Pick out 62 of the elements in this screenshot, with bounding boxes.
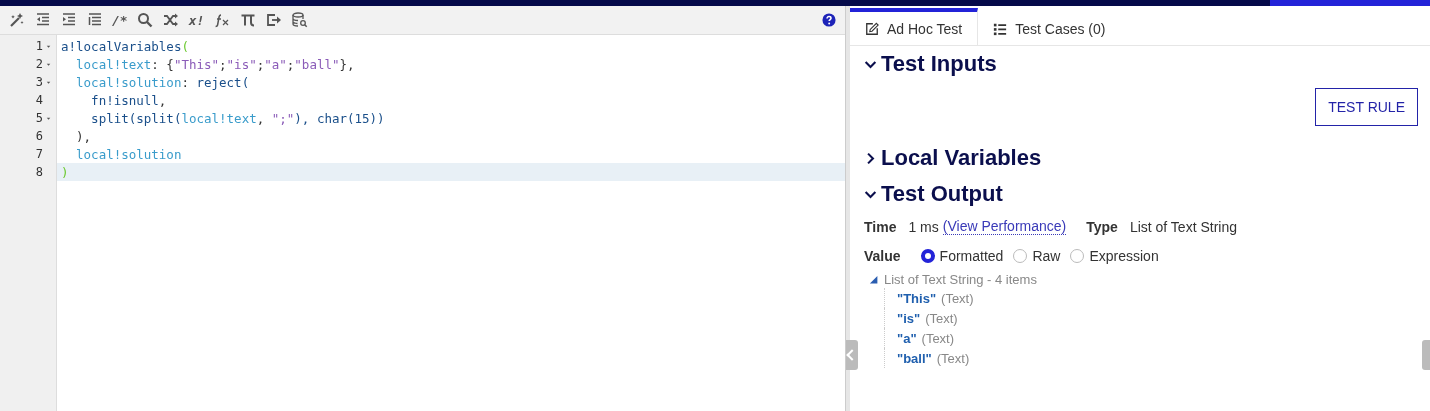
tab[interactable]: Ad Hoc Test <box>850 8 979 45</box>
line-number: 4 <box>35 93 43 107</box>
tree-root-label: List of Text String - 4 items <box>884 271 1037 287</box>
indent-icon[interactable] <box>60 12 77 28</box>
expand-triangle-icon[interactable] <box>868 274 878 284</box>
help-icon[interactable] <box>821 13 836 27</box>
item-value: "This" <box>897 290 937 306</box>
field-label: Value <box>864 247 901 264</box>
chevron-right-icon <box>864 151 877 165</box>
type-value: List of Text String <box>1129 218 1237 235</box>
section-header[interactable]: Local Variables <box>864 140 1418 176</box>
view-performance-link[interactable]: (View Performance) <box>942 218 1067 235</box>
code-line: ), <box>75 127 93 145</box>
lines-icon[interactable] <box>86 12 103 28</box>
code-line: local!solution <box>75 145 183 163</box>
item-value: "is" <box>897 310 921 326</box>
item-type: (Text) <box>925 310 958 326</box>
line-number: 8 <box>35 165 43 179</box>
code-line: fn!isnull, <box>90 91 168 109</box>
line-number: 7 <box>35 147 43 161</box>
search-icon[interactable] <box>137 12 154 28</box>
code-line: local!text: {"This";"is";"a";"ball"}, <box>75 55 356 73</box>
magic-wand-icon[interactable] <box>8 12 25 28</box>
code-line: split(split(local!text, ";"), char(15)) <box>90 109 386 127</box>
database-search-icon[interactable] <box>291 12 308 28</box>
radio-button[interactable] <box>920 248 935 263</box>
code-line: a!localVariables( <box>60 37 190 55</box>
tab[interactable]: Test Cases (0) <box>978 8 1121 45</box>
line-number: 6 <box>35 129 43 143</box>
shuffle-icon[interactable] <box>163 12 180 28</box>
list-icon <box>993 21 1008 36</box>
line-number: 5 <box>35 111 43 125</box>
field-label: Type <box>1086 218 1118 235</box>
outdent-icon[interactable] <box>34 12 51 28</box>
expand-handle[interactable] <box>1422 340 1430 370</box>
radio-button[interactable] <box>1013 248 1028 263</box>
toolbar-button[interactable]: /* <box>112 12 128 28</box>
line-number: 2 <box>35 57 43 71</box>
item-value: "ball" <box>897 350 932 366</box>
code-line: local!solution: reject( <box>75 73 251 91</box>
pi-icon[interactable] <box>239 12 256 28</box>
line-number: 3 <box>35 75 43 89</box>
radio-label: Raw <box>1032 247 1061 264</box>
radio-button[interactable] <box>1070 248 1085 263</box>
field-label: Time <box>864 218 897 235</box>
exit-icon[interactable] <box>265 12 282 28</box>
collapse-handle[interactable] <box>846 340 858 370</box>
radio-label: Expression <box>1089 247 1159 264</box>
section-header[interactable]: Test Output <box>864 176 1418 212</box>
edit-icon <box>865 21 879 36</box>
line-number: 1 <box>35 39 43 53</box>
item-type: (Text) <box>936 350 970 366</box>
item-value: "a" <box>897 330 917 346</box>
code-area[interactable]: a!localVariables( local!text: {"This";"is";"a";"ball"}, local!solution: reject( fn!isnull, split(split(local!text, ";"), char(15)) ), local!solution ) <box>57 35 845 411</box>
toolbar-button[interactable]: x! <box>188 12 205 28</box>
item-type: (Text) <box>941 290 974 306</box>
item-type: (Text) <box>921 330 955 346</box>
radio-label: Formatted <box>939 247 1004 264</box>
time-value: 1 ms <box>908 218 939 235</box>
section-header[interactable]: Test Inputs <box>864 46 1418 82</box>
test-rule-button[interactable]: TEST RULE <box>1315 88 1418 126</box>
function-icon[interactable] <box>213 12 230 28</box>
